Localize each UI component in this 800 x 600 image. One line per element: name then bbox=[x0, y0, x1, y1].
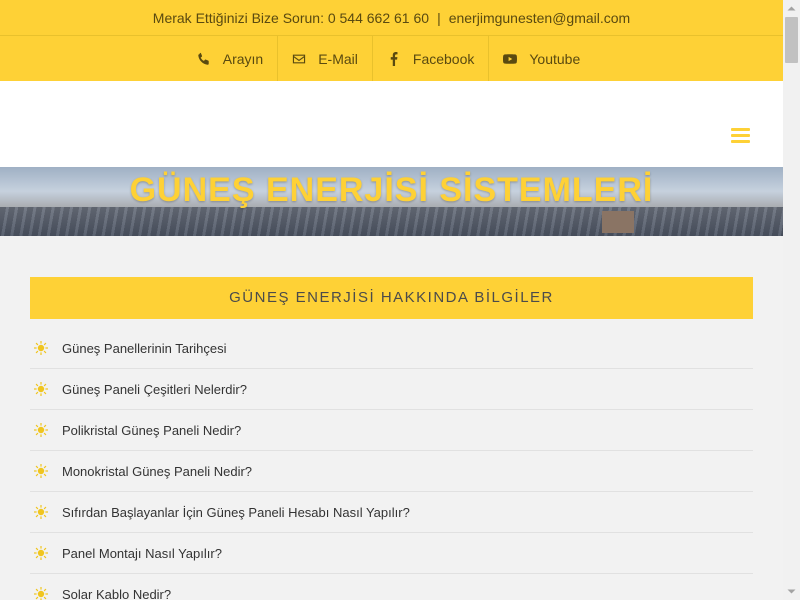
sun-icon bbox=[34, 546, 48, 560]
youtube-link[interactable]: Youtube bbox=[489, 36, 594, 81]
navbar bbox=[0, 81, 783, 167]
list-item[interactable]: Solar Kablo Nedir? bbox=[30, 574, 753, 600]
separator: | bbox=[437, 9, 441, 26]
sun-icon bbox=[34, 587, 48, 600]
list-item[interactable]: Polikristal Güneş Paneli Nedir? bbox=[30, 410, 753, 451]
list-item[interactable]: Güneş Paneli Çeşitleri Nelerdir? bbox=[30, 369, 753, 410]
scrollbar-thumb[interactable] bbox=[785, 17, 798, 63]
top-contact-bar: Merak Ettiğinizi Bize Sorun: 0 544 662 6… bbox=[0, 0, 783, 36]
scroll-down-arrow-icon[interactable] bbox=[783, 583, 800, 600]
hamburger-menu-icon[interactable] bbox=[731, 128, 750, 144]
sun-icon bbox=[34, 464, 48, 478]
list-item-label: Monokristal Güneş Paneli Nedir? bbox=[62, 463, 253, 479]
email-link[interactable]: enerjimgunesten@gmail.com bbox=[449, 10, 631, 26]
call-label: Arayın bbox=[222, 50, 264, 67]
list-item[interactable]: Monokristal Güneş Paneli Nedir? bbox=[30, 451, 753, 492]
info-list: Güneş Panellerinin Tarihçesi Güneş Panel… bbox=[30, 328, 753, 600]
call-link[interactable]: Arayın bbox=[189, 36, 279, 81]
sun-icon bbox=[34, 505, 48, 519]
section-heading: GÜNEŞ ENERJİSİ HAKKINDA BİLGİLER bbox=[30, 277, 753, 319]
sun-icon bbox=[34, 382, 48, 396]
youtube-label: Youtube bbox=[529, 50, 581, 67]
list-item[interactable]: Panel Montajı Nasıl Yapılır? bbox=[30, 533, 753, 574]
social-bar: Arayın E-Mail Facebook Youtube bbox=[0, 36, 783, 81]
page-scrollbar[interactable] bbox=[783, 0, 800, 600]
list-item-label: Panel Montajı Nasıl Yapılır? bbox=[62, 545, 222, 561]
list-item-label: Polikristal Güneş Paneli Nedir? bbox=[62, 422, 242, 438]
list-item-label: Sıfırdan Başlayanlar İçin Güneş Paneli H… bbox=[62, 504, 410, 520]
list-item-label: Güneş Panellerinin Tarihçesi bbox=[62, 340, 227, 356]
sun-icon bbox=[34, 341, 48, 355]
envelope-icon bbox=[293, 54, 306, 63]
list-item[interactable]: Sıfırdan Başlayanlar İçin Güneş Paneli H… bbox=[30, 492, 753, 533]
email-label: E-Mail bbox=[318, 50, 358, 67]
phone-icon bbox=[198, 52, 209, 65]
list-item-label: Güneş Paneli Çeşitleri Nelerdir? bbox=[62, 381, 247, 397]
banner-title: GÜNEŞ ENERJİSİ SİSTEMLERİ bbox=[129, 171, 654, 209]
main-content: GÜNEŞ ENERJİSİ HAKKINDA BİLGİLER Güneş P… bbox=[0, 236, 783, 600]
list-item[interactable]: Güneş Panellerinin Tarihçesi bbox=[30, 328, 753, 369]
contact-text: Merak Ettiğinizi Bize Sorun: 0 544 662 6… bbox=[152, 9, 430, 26]
facebook-icon bbox=[390, 51, 398, 66]
facebook-link[interactable]: Facebook bbox=[373, 36, 490, 81]
hero-banner: GÜNEŞ ENERJİSİ SİSTEMLERİ bbox=[0, 167, 783, 236]
building-image bbox=[602, 211, 634, 233]
scroll-up-arrow-icon[interactable] bbox=[783, 0, 800, 17]
email-button[interactable]: E-Mail bbox=[278, 36, 373, 81]
facebook-label: Facebook bbox=[412, 50, 475, 67]
list-item-label: Solar Kablo Nedir? bbox=[62, 586, 172, 600]
sun-icon bbox=[34, 423, 48, 437]
youtube-icon bbox=[503, 53, 518, 64]
